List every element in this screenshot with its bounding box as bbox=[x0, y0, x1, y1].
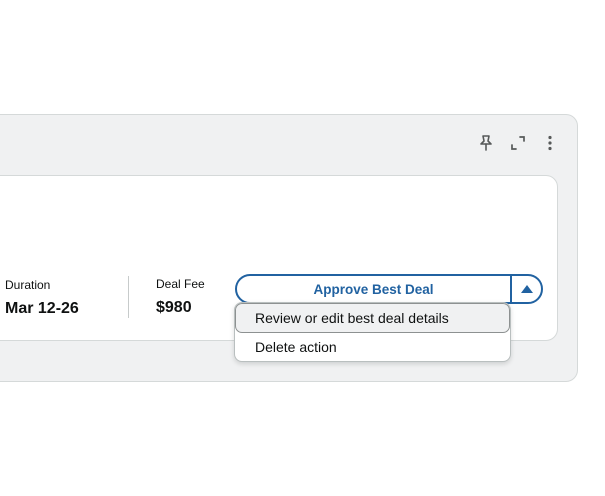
expand-icon bbox=[510, 135, 526, 151]
caret-up-icon bbox=[520, 280, 533, 298]
action-dropdown-menu: Review or edit best deal details Delete … bbox=[234, 302, 511, 362]
pin-button[interactable] bbox=[475, 132, 497, 154]
more-options-button[interactable] bbox=[539, 132, 561, 154]
more-vertical-icon bbox=[547, 135, 553, 151]
deal-fee-field: Deal Fee $980 bbox=[156, 276, 205, 318]
duration-value: Mar 12-26 bbox=[5, 300, 79, 317]
deal-fee-label: Deal Fee bbox=[156, 277, 205, 291]
approve-best-deal-button[interactable]: Approve Best Deal bbox=[237, 276, 510, 302]
approve-split-button: Approve Best Deal bbox=[235, 274, 543, 304]
menu-item-delete-action[interactable]: Delete action bbox=[235, 333, 510, 361]
deal-fee-value: $980 bbox=[156, 299, 192, 316]
duration-field: Duration Mar 12-26 bbox=[5, 277, 79, 319]
duration-label: Duration bbox=[5, 278, 51, 292]
field-divider bbox=[128, 276, 129, 318]
menu-item-review-edit[interactable]: Review or edit best deal details bbox=[235, 303, 510, 333]
pin-icon bbox=[478, 134, 494, 152]
card-toolbar bbox=[475, 131, 561, 155]
dropdown-toggle-button[interactable] bbox=[512, 276, 541, 302]
expand-button[interactable] bbox=[507, 132, 529, 154]
